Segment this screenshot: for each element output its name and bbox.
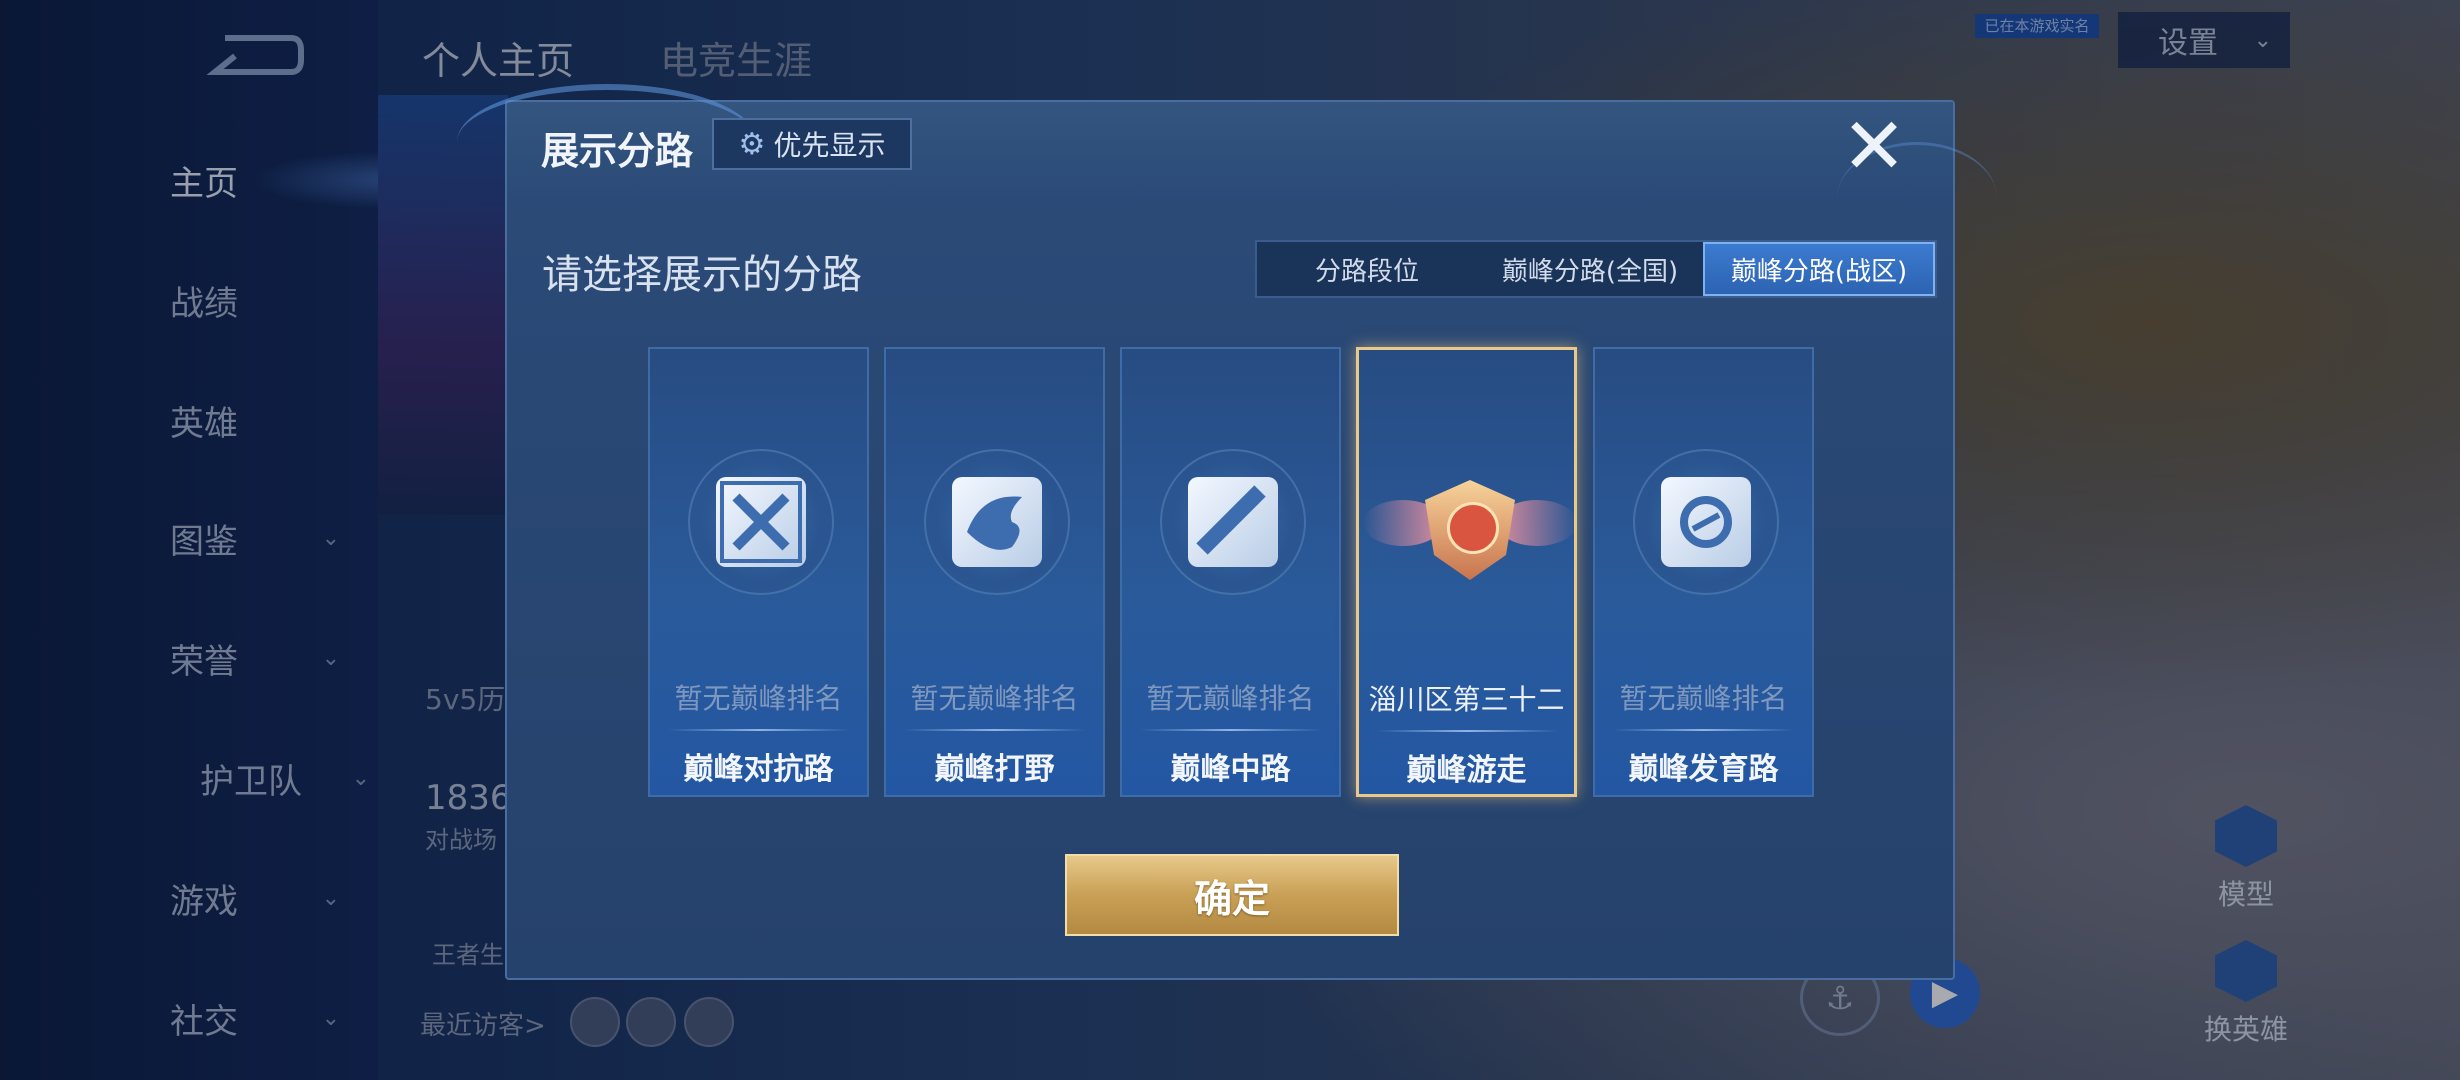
close-icon[interactable]: ✕ [1839, 108, 1909, 186]
lane-name: 巅峰中路 [1170, 752, 1291, 787]
select-lane-prompt: 请选择展示的分路 [542, 252, 862, 298]
mid-lane-icon [1188, 477, 1278, 567]
lane-rank-text: 暂无巅峰排名 [910, 682, 1079, 715]
farm-lane-icon [1661, 477, 1751, 567]
divider [1613, 729, 1794, 731]
lane-scope-tabs: 分路段位 巅峰分路(全国) 巅峰分路(战区) [1255, 240, 1937, 298]
icon-ring [1160, 449, 1306, 595]
tab-lane-rank[interactable]: 分路段位 [1257, 242, 1477, 296]
priority-display-label: 优先显示 [773, 129, 886, 162]
icon-ring [924, 449, 1070, 595]
icon-ring [1633, 449, 1779, 595]
dialog-title: 展示分路 [541, 129, 694, 173]
lane-rank-text: 暂无巅峰排名 [1146, 682, 1315, 715]
medal-gem [1447, 502, 1499, 554]
lane-rank-text: 淄川区第三十二 [1368, 683, 1565, 716]
lane-name: 巅峰打野 [934, 752, 1055, 787]
lane-rank-text: 暂无巅峰排名 [1619, 682, 1788, 715]
tab-peak-national[interactable]: 巅峰分路(全国) [1477, 242, 1703, 296]
lane-name: 巅峰对抗路 [683, 752, 834, 787]
lane-card-farm[interactable]: 暂无巅峰排名 巅峰发育路 [1593, 347, 1814, 797]
gear-icon: ⚙ [738, 126, 766, 162]
lane-rank-text: 暂无巅峰排名 [674, 682, 843, 715]
clash-lane-icon [716, 477, 806, 567]
priority-display-button[interactable]: ⚙ 优先显示 [712, 118, 912, 170]
confirm-button[interactable]: 确定 [1065, 854, 1399, 936]
lane-card-mid[interactable]: 暂无巅峰排名 巅峰中路 [1120, 347, 1341, 797]
jungle-dragon-icon [952, 477, 1042, 567]
divider [668, 729, 849, 731]
divider [1140, 729, 1321, 731]
display-lane-dialog: 展示分路 ⚙ 优先显示 ✕ 请选择展示的分路 分路段位 巅峰分路(全国) 巅峰分… [457, 84, 1997, 980]
icon-ring [688, 449, 834, 595]
lane-card-clash[interactable]: 暂无巅峰排名 巅峰对抗路 [648, 347, 869, 797]
lane-name: 巅峰发育路 [1628, 752, 1779, 787]
lane-name: 巅峰游走 [1406, 753, 1527, 788]
lane-card-roam[interactable]: 淄川区第三十二 巅峰游走 [1356, 347, 1577, 797]
tab-peak-region[interactable]: 巅峰分路(战区) [1703, 242, 1935, 296]
rank-medal-icon [1425, 480, 1515, 580]
divider [904, 729, 1085, 731]
divider [1377, 730, 1558, 732]
dialog-header: 展示分路 ⚙ 优先显示 ✕ [457, 84, 1997, 194]
lane-card-jungle[interactable]: 暂无巅峰排名 巅峰打野 [884, 347, 1105, 797]
